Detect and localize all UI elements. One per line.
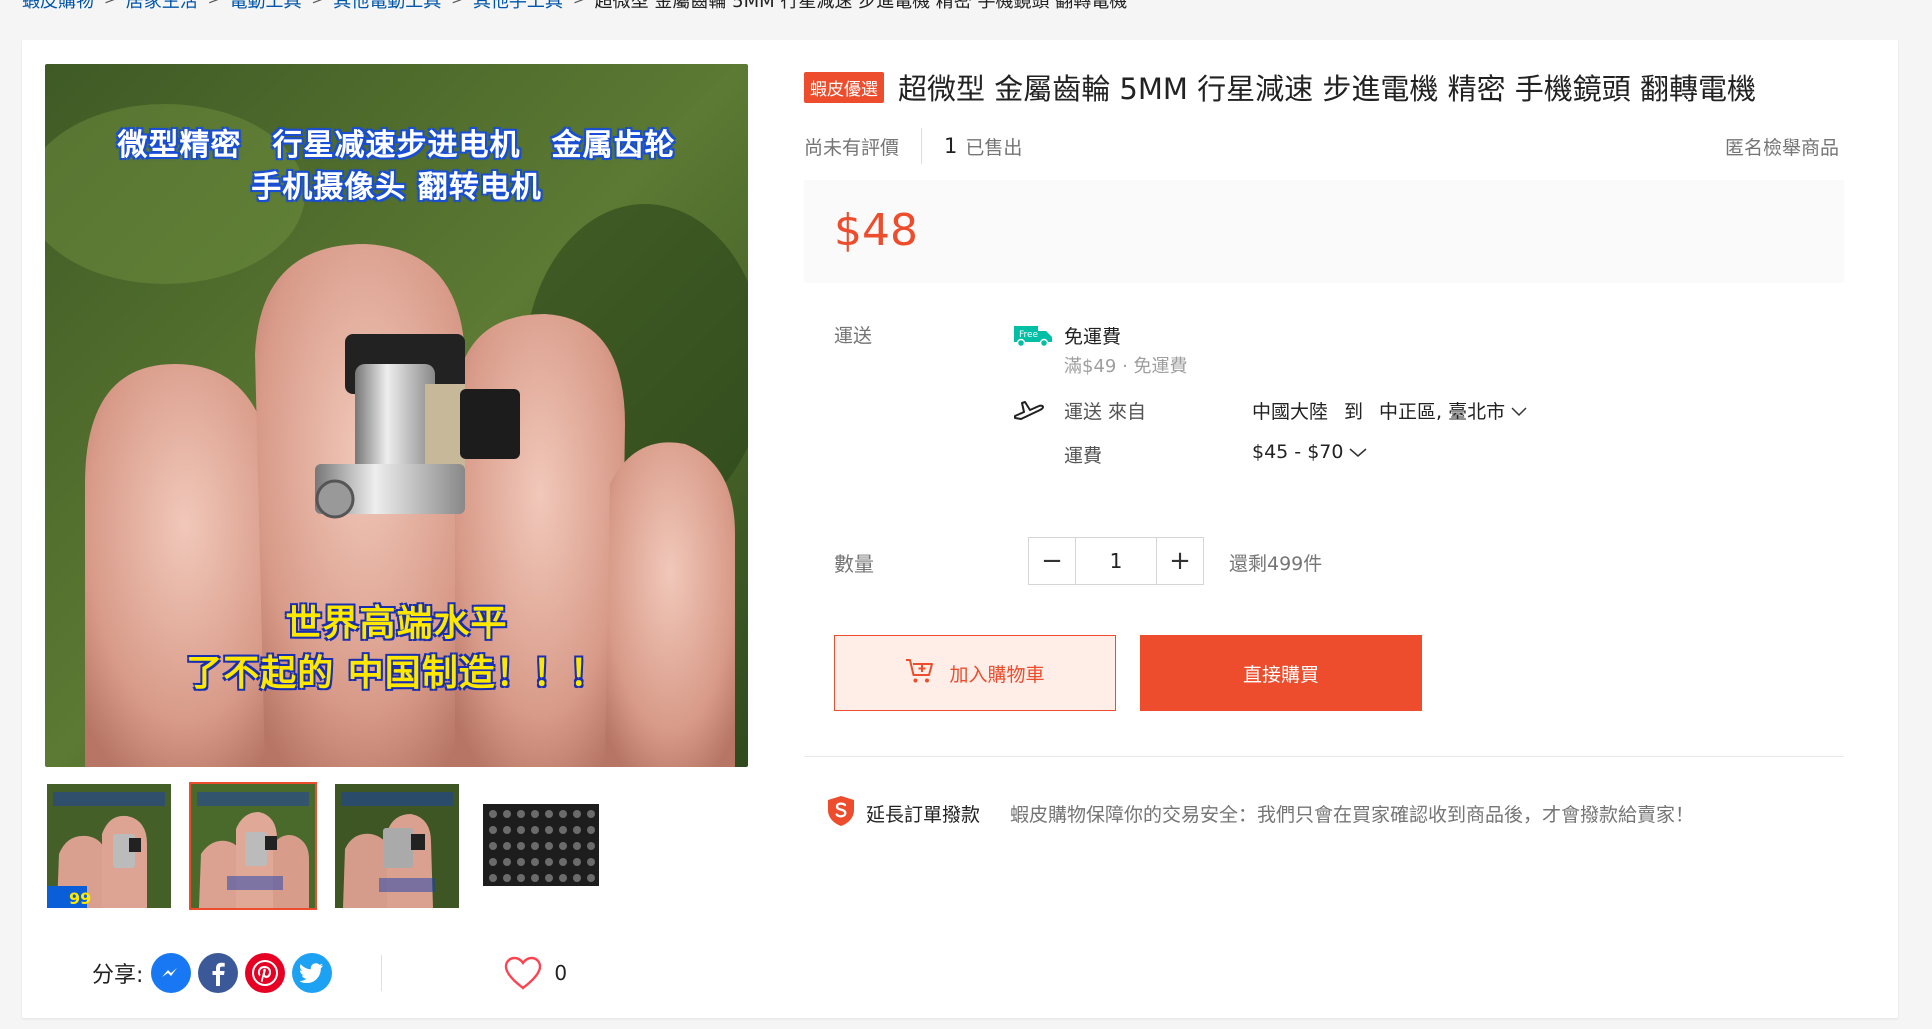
preferred-badge: 蝦皮優選 — [804, 71, 884, 103]
chevron-right-icon: > — [207, 0, 220, 8]
ships-from-label: 運送 來自 — [1064, 401, 1147, 423]
twitter-icon[interactable] — [292, 953, 333, 993]
product-meta: 尚未有評價 1 已售出 匿名檢舉商品 — [804, 126, 1839, 166]
buy-now-button[interactable]: 直接購買 — [1140, 635, 1422, 711]
title-row: 蝦皮優選 超微型 金屬齒輪 5MM 行星減速 步進電機 精密 手機鏡頭 翻轉電機 — [804, 66, 1864, 108]
add-to-cart-button[interactable]: 加入購物車 — [834, 635, 1116, 711]
image-caption-bottom-2: 了不起的 中国制造！！！ — [186, 653, 607, 694]
add-to-cart-label: 加入購物車 — [949, 663, 1045, 686]
pinterest-icon[interactable] — [245, 953, 286, 993]
share-divider — [381, 955, 383, 991]
image-caption-bottom-1: 世界高端水平 — [285, 603, 508, 644]
breadcrumb-item[interactable]: 其他電動工具 — [333, 0, 441, 12]
ships-from-origin: 中國大陸 — [1252, 401, 1329, 423]
free-shipping-condition: 滿$49 · 免運費 — [1064, 356, 1188, 377]
thumbnail[interactable]: 99 — [45, 782, 173, 910]
meta-divider — [921, 128, 923, 164]
quantity-input[interactable]: 1 — [1076, 537, 1156, 585]
ships-to-destination: 中正區, 臺北市 — [1379, 401, 1506, 423]
share-row: 分享: 0 — [92, 950, 567, 996]
chevron-right-icon: > — [311, 0, 324, 8]
guarantee-title[interactable]: 延長訂單撥款 — [866, 800, 980, 827]
breadcrumb-item[interactable]: 電動工具 — [229, 0, 301, 12]
thumbnail[interactable] — [477, 782, 605, 910]
image-caption-top-1: 微型精密 行星减速步进电机 金属齿轮 — [117, 128, 676, 163]
share-label: 分享: — [92, 963, 144, 988]
thumbnail-image: 99 — [47, 784, 171, 908]
main-product-image[interactable]: 微型精密 行星减速步进电机 金属齿轮 手机摄像头 翻转电机 世界高端水平 了不起… — [45, 64, 748, 767]
thumb-price-badge: 99 — [69, 889, 91, 908]
breadcrumb-current: 超微型 金屬齒輪 5MM 行星減速 步進電機 精密 手機鏡頭 翻轉電機 — [594, 0, 1128, 12]
thumbnail-image — [479, 784, 603, 908]
favorite-button[interactable]: 0 — [502, 955, 567, 991]
chevron-down-icon — [1511, 400, 1527, 422]
sold-count: 1 — [944, 134, 958, 158]
guarantee-text: 蝦皮購物保障你的交易安全：我們只會在買家確認收到商品後，才會撥款給賣家！ — [1010, 803, 1695, 826]
rating-text[interactable]: 尚未有評價 — [804, 133, 899, 160]
report-link[interactable]: 匿名檢舉商品 — [1725, 133, 1839, 160]
price-box: $48 — [804, 180, 1844, 283]
route-to-word: 到 — [1344, 401, 1364, 423]
quantity-increase-button[interactable]: + — [1156, 537, 1204, 585]
sold-label: 已售出 — [965, 136, 1023, 159]
thumbnail-strip: 99 — [45, 782, 605, 910]
breadcrumb-item[interactable]: 居家生活 — [126, 0, 198, 12]
image-caption-top-2: 手机摄像头 翻转电机 — [251, 170, 542, 205]
free-shipping-title: 免運費 — [1064, 326, 1122, 348]
breadcrumb: 蝦皮購物 > 居家生活 > 電動工具 > 其他電動工具 > 其他手工具 > 超微… — [22, 0, 1622, 12]
product-title: 超微型 金屬齒輪 5MM 行星減速 步進電機 精密 手機鏡頭 翻轉電機 — [898, 72, 1757, 106]
shopee-guarantee: 延長訂單撥款 蝦皮購物保障你的交易安全：我們只會在買家確認收到商品後，才會撥款給… — [826, 795, 1694, 831]
shield-icon — [826, 795, 856, 831]
shipping-fee-label: 運費 — [1064, 445, 1103, 467]
chevron-right-icon: > — [104, 0, 116, 8]
product-card: 微型精密 行星减速步进电机 金属齿轮 手机摄像头 翻转电机 世界高端水平 了不起… — [22, 40, 1898, 1018]
buy-now-label: 直接購買 — [1242, 663, 1319, 686]
product-price: $48 — [834, 205, 918, 256]
free-shipping-icon: Free — [1012, 322, 1054, 352]
quantity-decrease-button[interactable]: − — [1028, 537, 1076, 585]
thumbnail-image — [335, 784, 459, 908]
thumbnail-active[interactable] — [189, 782, 317, 910]
thumbnail-image — [191, 784, 315, 908]
quantity-label: 數量 — [834, 552, 874, 576]
facebook-icon[interactable] — [198, 953, 239, 993]
stock-remaining: 還剩499件 — [1229, 553, 1323, 575]
section-divider — [804, 756, 1844, 757]
chevron-down-icon — [1349, 441, 1367, 463]
breadcrumb-item[interactable]: 其他手工具 — [473, 0, 563, 12]
quantity-stepper: − 1 + — [1028, 537, 1204, 585]
shipping-fee-value: $45 - $70 — [1252, 441, 1344, 463]
cart-add-icon — [905, 657, 935, 690]
heart-icon — [505, 956, 542, 990]
breadcrumb-item[interactable]: 蝦皮購物 — [22, 0, 94, 12]
chevron-right-icon: > — [572, 0, 585, 8]
favorite-count: 0 — [554, 961, 568, 985]
airplane-icon — [1012, 396, 1046, 426]
free-badge-text: Free — [1019, 330, 1039, 340]
shipping-label: 運送 — [834, 325, 873, 347]
shipping-route[interactable]: 中國大陸 到 中正區, 臺北市 — [1252, 397, 1527, 424]
shipping-fee-dropdown[interactable]: $45 - $70 — [1252, 441, 1367, 463]
messenger-icon[interactable] — [151, 953, 192, 993]
chevron-right-icon: > — [451, 0, 463, 8]
thumbnail[interactable] — [333, 782, 461, 910]
